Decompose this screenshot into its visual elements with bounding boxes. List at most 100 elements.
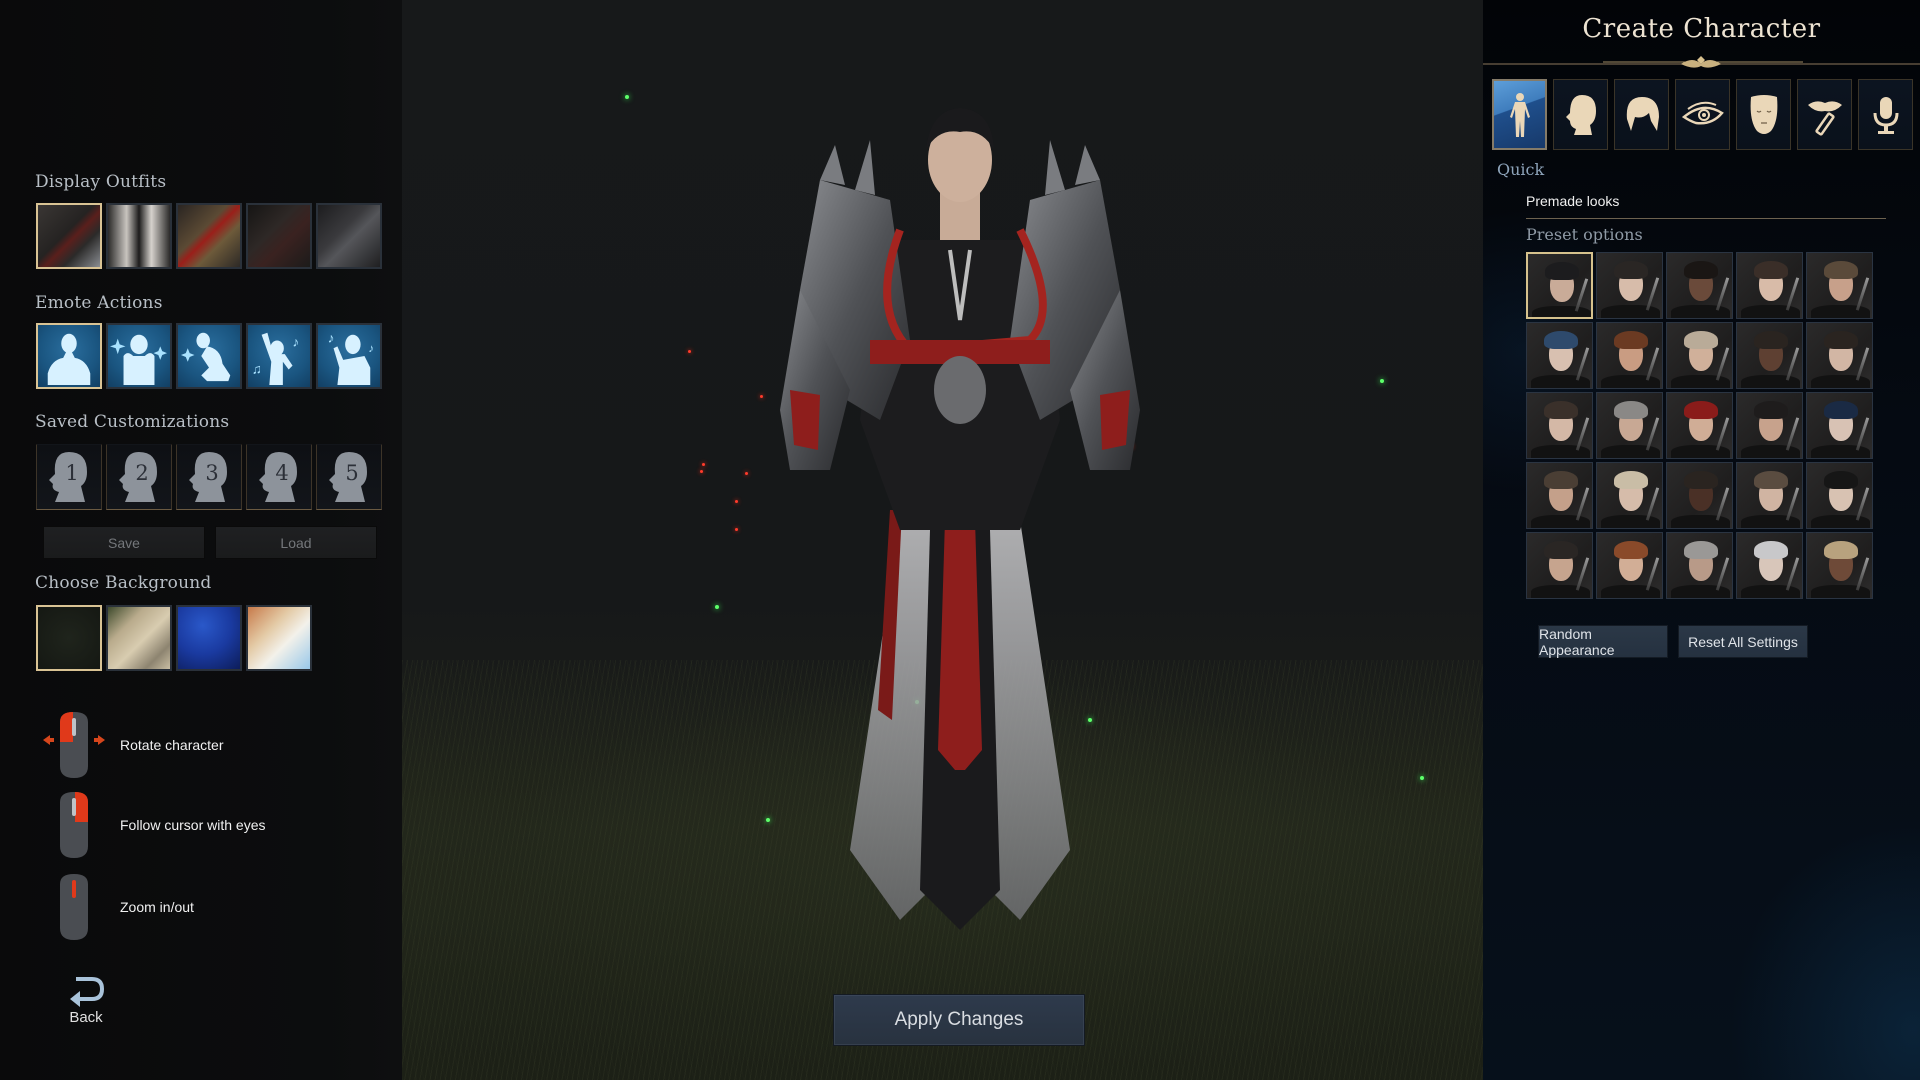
preset-face-20[interactable] [1806, 462, 1873, 529]
preset-face-grid [1526, 252, 1873, 599]
background-tile-starry-blue[interactable] [176, 605, 242, 671]
preset-face-16[interactable] [1526, 462, 1593, 529]
outfit-tile[interactable] [176, 203, 242, 269]
preset-face-5[interactable] [1806, 252, 1873, 319]
preset-face-21[interactable] [1526, 532, 1593, 599]
face-collar [1601, 515, 1660, 528]
preset-face-14[interactable] [1736, 392, 1803, 459]
face-collar [1671, 515, 1730, 528]
firefly [625, 95, 629, 99]
face-hair [1544, 471, 1578, 489]
control-hint-label: Follow cursor with eyes [120, 817, 266, 833]
preset-face-17[interactable] [1596, 462, 1663, 529]
category-tabs [1492, 79, 1913, 150]
face-collar [1811, 515, 1870, 528]
preset-face-19[interactable] [1736, 462, 1803, 529]
preset-face-25[interactable] [1806, 532, 1873, 599]
save-button[interactable]: Save [43, 526, 205, 559]
back-label: Back [69, 1009, 103, 1026]
premade-looks-label: Premade looks [1526, 193, 1620, 209]
preset-face-22[interactable] [1596, 532, 1663, 599]
preset-face-9[interactable] [1736, 322, 1803, 389]
tab-makeup[interactable] [1797, 79, 1852, 150]
slot-number: 4 [275, 461, 289, 485]
saved-slot-5[interactable]: 5 [316, 444, 382, 510]
face-collar [1531, 375, 1590, 388]
face-hair [1824, 331, 1858, 349]
preset-face-23[interactable] [1666, 532, 1733, 599]
face-collar [1671, 305, 1730, 318]
preset-face-15[interactable] [1806, 392, 1873, 459]
tab-voice[interactable] [1858, 79, 1913, 150]
emote-kneel[interactable] [176, 323, 242, 389]
preset-face-18[interactable] [1666, 462, 1733, 529]
emote-dance[interactable]: ♪ ♫ [246, 323, 312, 389]
tab-eyes[interactable] [1675, 79, 1730, 150]
tab-head[interactable] [1553, 79, 1608, 150]
face-collar [1532, 306, 1591, 317]
svg-text:♪: ♪ [368, 342, 374, 355]
preset-face-24[interactable] [1736, 532, 1803, 599]
firefly [715, 605, 719, 609]
face-blade [1785, 487, 1800, 521]
face-hair [1754, 471, 1788, 489]
panel-title: Create Character [1582, 14, 1821, 44]
preset-face-12[interactable] [1596, 392, 1663, 459]
outfit-tile[interactable] [106, 203, 172, 269]
preset-face-10[interactable] [1806, 322, 1873, 389]
ember [735, 528, 738, 531]
display-outfits-row [36, 203, 382, 269]
face-hair [1614, 541, 1648, 559]
face-blade [1785, 417, 1800, 451]
emote-sing[interactable]: ♪ ♪ [316, 323, 382, 389]
saved-slot-4[interactable]: 4 [246, 444, 312, 510]
apply-changes-button[interactable]: Apply Changes [833, 994, 1085, 1046]
tab-face[interactable] [1736, 79, 1791, 150]
outfit-tile[interactable] [316, 203, 382, 269]
preset-face-13[interactable] [1666, 392, 1733, 459]
face-blade [1575, 347, 1590, 381]
background-tile-beach[interactable] [246, 605, 312, 671]
reset-all-settings-button[interactable]: Reset All Settings [1678, 625, 1808, 658]
preset-face-11[interactable] [1526, 392, 1593, 459]
background-tile-night-meadow[interactable] [36, 605, 102, 671]
back-button[interactable]: Back [62, 975, 110, 1026]
saved-slot-2[interactable]: 2 [106, 444, 172, 510]
face-blade [1645, 487, 1660, 521]
preset-face-1[interactable] [1526, 252, 1593, 319]
load-button[interactable]: Load [215, 526, 377, 559]
face-collar [1601, 305, 1660, 318]
face-blade [1855, 487, 1870, 521]
saved-slot-3[interactable]: 3 [176, 444, 242, 510]
preset-face-3[interactable] [1666, 252, 1733, 319]
emote-shy[interactable] [106, 323, 172, 389]
premade-divider [1526, 218, 1886, 219]
character-model[interactable] [760, 90, 1160, 970]
preset-face-7[interactable] [1596, 322, 1663, 389]
emote-idle[interactable] [36, 323, 102, 389]
tab-body[interactable] [1492, 79, 1547, 150]
random-appearance-button[interactable]: Random Appearance [1538, 625, 1668, 658]
preset-face-8[interactable] [1666, 322, 1733, 389]
face-icon [1750, 94, 1777, 134]
firefly [1380, 379, 1384, 383]
face-hair [1754, 261, 1788, 279]
background-tile-stone-plaza[interactable] [106, 605, 172, 671]
idle-pose-icon [47, 333, 91, 385]
preset-face-6[interactable] [1526, 322, 1593, 389]
title-ornament [1483, 56, 1920, 68]
preset-face-4[interactable] [1736, 252, 1803, 319]
preset-face-2[interactable] [1596, 252, 1663, 319]
emote-actions-row: ♪ ♫ ♪ ♪ [36, 323, 382, 389]
control-hint-rotate: Rotate character [40, 710, 224, 780]
face-blade [1715, 557, 1730, 591]
saved-slot-1[interactable]: 1 [36, 444, 102, 510]
tab-hair[interactable] [1614, 79, 1669, 150]
outfit-tile[interactable] [246, 203, 312, 269]
emote-actions-title: Emote Actions [35, 293, 163, 313]
voice-icon [1873, 96, 1898, 134]
face-hair [1684, 261, 1718, 279]
face-hair [1614, 471, 1648, 489]
outfit-tile[interactable] [36, 203, 102, 269]
face-collar [1601, 375, 1660, 388]
